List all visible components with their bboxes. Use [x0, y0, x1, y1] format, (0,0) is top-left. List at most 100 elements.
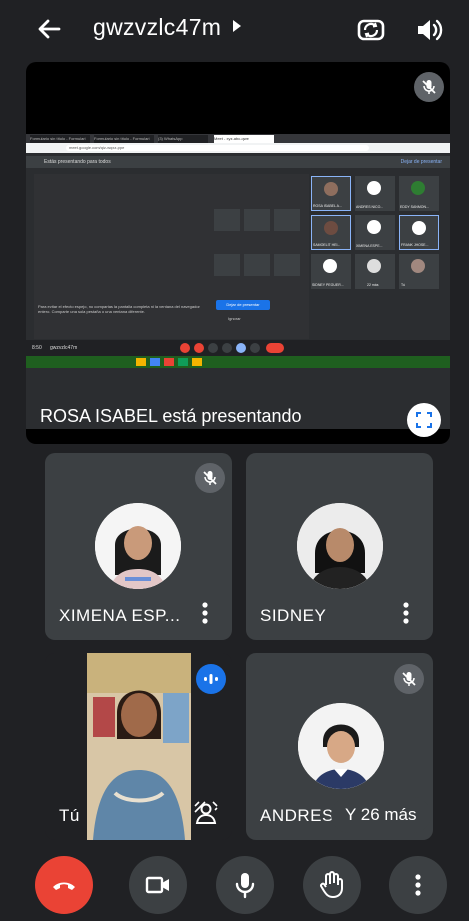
recursive-grid [214, 209, 304, 294]
browser-tab-active: Meet - xyz-abc-qwe [214, 135, 274, 143]
participant-thumbnails: ROSA ISABEL A... ANDRES NICO... EDDY SAN… [311, 176, 445, 296]
recursive-end-button [266, 343, 284, 353]
recursive-present-button [236, 343, 246, 353]
meeting-code: gwzvzlc47m [93, 14, 222, 40]
avatar [298, 703, 384, 789]
mic-off-icon [394, 664, 424, 694]
participant-thumb-name: FRANK JHOSE... [401, 243, 429, 247]
avatar [367, 220, 381, 234]
more-participants-badge[interactable]: Y 26 más [331, 797, 431, 833]
recursive-camera-button [194, 343, 204, 353]
avatar [411, 259, 425, 273]
taskbar-app-icon [192, 358, 202, 366]
participant-name: Tú [59, 806, 80, 825]
recursive-hand-button [222, 343, 232, 353]
call-controls-bar [0, 850, 469, 921]
participant-name: SIDNEY [260, 606, 327, 625]
presentation-panel[interactable]: Formulario sin título - Formulari Formul… [26, 62, 450, 444]
recursive-tile [244, 253, 270, 276]
recursive-more-button [250, 343, 260, 353]
participant-thumb-name: ROSA ISABEL A... [313, 204, 342, 208]
participant-thumb: EDDY SANMON... [399, 176, 439, 211]
avatar [411, 181, 425, 195]
mic-off-icon [414, 72, 444, 102]
speaking-indicator-icon [196, 664, 226, 694]
recursive-time: 8:50 [32, 345, 42, 351]
taskbar-app-icon [178, 358, 188, 366]
video-camera-icon [145, 876, 169, 894]
participant-tile-self[interactable]: Tú [45, 653, 232, 840]
phone-hangup-icon [53, 882, 75, 890]
participant-name: XIMENA ESP... [59, 606, 181, 625]
raise-hand-button[interactable] [303, 856, 361, 914]
top-bar: gwzvzlc47m [0, 0, 469, 62]
participant-thumb-name: XIMENA ESPE... [356, 244, 383, 248]
ignore-link: Ignorar [228, 316, 241, 321]
avatar [95, 503, 181, 589]
participant-thumb-name: SAMOELIT HEI... [313, 243, 341, 247]
browser-tab-strip: Formulario sin título - Formulari Formul… [26, 134, 450, 143]
browser-url: meet.google.com/qiz-wqxz-ppe [66, 145, 369, 151]
camera-toggle-button[interactable] [129, 856, 187, 914]
more-vertical-icon[interactable] [403, 602, 409, 624]
participant-tile-ximena[interactable]: XIMENA ESP... [45, 453, 232, 640]
arrow-left-icon[interactable] [34, 14, 64, 44]
taskbar-app-icon [150, 358, 160, 366]
participant-thumb: FRANK JHOSE... [399, 215, 439, 250]
participant-thumb: ANDRES NICO... [355, 176, 395, 211]
avatar [412, 221, 426, 235]
more-vertical-icon[interactable] [202, 602, 208, 624]
participant-thumb: XIMENA ESPE... [355, 215, 395, 250]
more-vertical-icon [415, 874, 421, 896]
participant-thumb-name: ANDRES NICO... [356, 205, 384, 209]
speaker-icon[interactable] [414, 15, 444, 45]
recursive-tile [274, 253, 300, 276]
recursive-tile [214, 253, 240, 276]
participant-thumb: 22 más [355, 254, 395, 289]
meeting-code-title[interactable]: gwzvzlc47m [93, 14, 242, 41]
participant-thumb: SAMOELIT HEI... [311, 215, 351, 250]
shared-screen: Formulario sin título - Formulari Formul… [26, 134, 450, 429]
self-video [87, 653, 191, 840]
browser-tab: Formulario sin título - Formulari [30, 135, 90, 143]
recursive-screen: Para evitar el efecto espejo, no compart… [34, 174, 309, 339]
participant-thumb-name: SIDNEY PEGUER... [312, 283, 344, 287]
recursive-tile [274, 209, 300, 231]
raise-hand-icon [320, 871, 343, 898]
participant-thumb: ROSA ISABEL A... [311, 176, 351, 211]
avatar [297, 503, 383, 589]
participant-thumb: SIDNEY PEGUER... [311, 254, 351, 289]
windows-taskbar [26, 356, 450, 368]
avatar [324, 221, 338, 235]
avatar [367, 259, 381, 273]
mirror-warning-text: Para evitar el efecto espejo, no compart… [38, 304, 200, 314]
participant-tile-sidney[interactable]: SIDNEY [246, 453, 433, 640]
taskbar-app-icon [164, 358, 174, 366]
background-effects-icon[interactable] [193, 800, 219, 826]
recursive-cc-button [208, 343, 218, 353]
presenting-banner-text: Estás presentando para todos [44, 159, 111, 165]
presenting-banner: Estás presentando para todos Dejar de pr… [26, 156, 450, 168]
presenter-caption: ROSA ISABEL está presentando [40, 406, 302, 426]
microphone-icon [235, 873, 255, 899]
participant-thumb-name: Tú [401, 283, 406, 287]
recursive-code: gwzvzlc47m [50, 345, 78, 351]
fullscreen-button[interactable] [407, 403, 441, 437]
taskbar-app-icon [136, 358, 146, 366]
end-call-button[interactable] [35, 856, 93, 914]
browser-tab: (3) WhatsApp [158, 135, 208, 143]
avatar [367, 181, 381, 195]
microphone-toggle-button[interactable] [216, 856, 274, 914]
recursive-tile [244, 209, 270, 231]
avatar [323, 259, 337, 273]
recursive-mic-button [180, 343, 190, 353]
fullscreen-icon [416, 412, 432, 428]
switch-camera-icon[interactable] [356, 15, 386, 45]
recursive-control-bar: 8:50 gwzvzlc47m [26, 340, 450, 356]
caret-right-icon [233, 20, 242, 32]
more-options-button[interactable] [389, 856, 447, 914]
stop-presenting-link: Dejar de presentar [400, 159, 442, 165]
participant-thumb-name: EDDY SANMON... [400, 205, 429, 209]
recursive-tile [214, 209, 240, 231]
avatar [324, 182, 338, 196]
